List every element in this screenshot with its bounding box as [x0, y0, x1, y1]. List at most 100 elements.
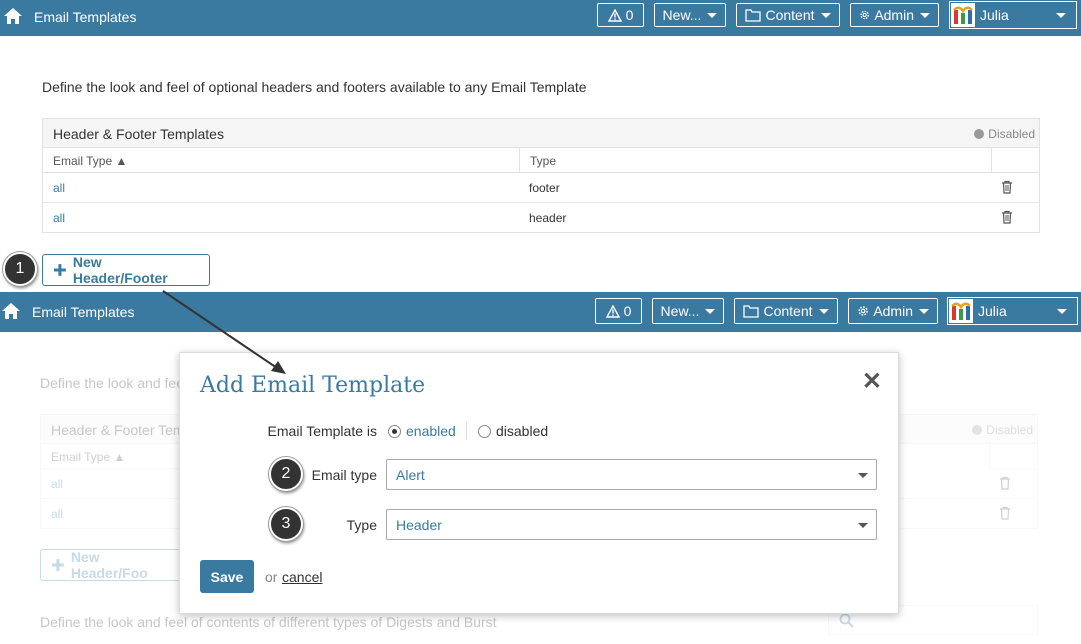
column-header-actions [989, 444, 1037, 469]
email-type-link[interactable]: all [51, 507, 63, 521]
close-icon[interactable]: ✕ [862, 367, 882, 396]
trash-icon[interactable] [999, 506, 1011, 520]
alerts-button[interactable]: 0 [595, 298, 642, 324]
column-header-email-type[interactable]: Email Type ▲ [43, 148, 519, 173]
status-text: Disabled [988, 127, 1035, 141]
step-marker-1: 1 [3, 252, 37, 286]
table-row: all header [43, 203, 1039, 233]
modal-title: Add Email Template [200, 373, 426, 398]
type-cell: footer [529, 181, 560, 195]
or-text: or [265, 569, 278, 585]
caret-down-icon [818, 308, 829, 314]
search-icon [839, 613, 854, 628]
caret-down-icon [707, 12, 718, 18]
new-header-footer-label: New Header/Footer [72, 254, 168, 286]
column-header-type: Type [519, 148, 991, 173]
caret-down-icon [919, 308, 929, 314]
enabled-radio[interactable] [388, 425, 401, 438]
caret-down-icon [1057, 309, 1067, 314]
folder-icon [743, 304, 760, 318]
warning-icon [605, 304, 620, 318]
disabled-radio[interactable] [478, 425, 491, 438]
user-name: Julia [980, 7, 1009, 23]
status-label: Email Template is [267, 423, 377, 439]
save-button[interactable]: Save [200, 560, 254, 593]
email-type-link[interactable]: all [51, 477, 63, 491]
status-dot-icon [974, 129, 985, 139]
status-text: Disabled [986, 423, 1033, 437]
type-cell: header [529, 211, 567, 225]
column-header-actions [991, 148, 1039, 173]
home-icon[interactable] [0, 300, 22, 322]
new-header-footer-button[interactable]: New Header/Footer [42, 254, 210, 286]
trash-icon[interactable] [999, 476, 1011, 490]
status-dot-icon [972, 425, 983, 435]
user-name: Julia [978, 303, 1007, 319]
top-screenshot: Email Templates 0 New... Content Admin J… [0, 0, 1081, 292]
panel-title: Header & Footer Templates [53, 126, 224, 142]
new-header-footer-button[interactable]: New Header/Foo [40, 549, 190, 581]
caret-down-icon [858, 523, 868, 528]
content-menu-label: Content [763, 303, 813, 319]
new-menu-button[interactable]: New... [654, 3, 726, 27]
header-footer-panel: Header & Footer Templates Disabled Email… [42, 118, 1040, 233]
gear-icon [858, 306, 868, 316]
intro-text: Define the look and fee [40, 375, 184, 391]
disabled-radio-label[interactable]: disabled [496, 423, 548, 439]
type-value: Header [396, 517, 442, 533]
alerts-button[interactable]: 0 [597, 3, 644, 27]
content-menu-label: Content [765, 7, 815, 23]
user-avatar-logo [949, 299, 973, 323]
user-avatar-logo [951, 3, 975, 27]
content-menu-button[interactable]: Content [734, 298, 838, 324]
plus-icon [53, 264, 66, 276]
folder-icon [745, 8, 762, 22]
intro-text: Define the look and feel of optional hea… [42, 79, 587, 95]
status-badge: Disabled [974, 127, 1035, 141]
top-navbar: Email Templates 0 New... Content Admin J… [0, 292, 1081, 332]
email-type-link[interactable]: all [53, 211, 65, 225]
type-select[interactable]: Header [386, 509, 877, 540]
user-menu-button[interactable]: Julia [947, 297, 1078, 325]
alerts-count: 0 [625, 7, 634, 23]
new-menu-button[interactable]: New... [652, 298, 724, 324]
panel-header: Header & Footer Templates Disabled [43, 119, 1039, 148]
digests-text: Define the look and feel of contents of … [40, 614, 497, 630]
plus-icon [51, 559, 64, 571]
home-icon[interactable] [2, 5, 24, 27]
warning-icon [607, 8, 622, 22]
table-row: all footer [43, 173, 1039, 203]
trash-icon[interactable] [1001, 180, 1013, 194]
caret-down-icon [705, 308, 716, 314]
step-marker-2: 2 [269, 457, 303, 491]
email-type-select[interactable]: Alert [386, 459, 877, 490]
admin-menu-button[interactable]: Admin [850, 3, 939, 27]
alerts-count: 0 [623, 303, 632, 319]
bottom-screenshot: Email Templates 0 New... Content Admin J… [0, 292, 1081, 644]
status-badge: Disabled [972, 423, 1033, 437]
admin-menu-button[interactable]: Admin [848, 298, 938, 324]
trash-icon[interactable] [1001, 210, 1013, 224]
caret-down-icon [920, 12, 930, 18]
top-navbar: Email Templates 0 New... Content Admin J… [0, 0, 1081, 36]
enabled-radio-label[interactable]: enabled [406, 423, 456, 439]
content-menu-button[interactable]: Content [736, 3, 840, 27]
cancel-link[interactable]: cancel [282, 569, 322, 585]
app-title: Email Templates [34, 9, 137, 25]
email-type-link[interactable]: all [53, 181, 65, 195]
email-type-value: Alert [396, 467, 425, 483]
caret-down-icon [1056, 13, 1066, 18]
admin-menu-label: Admin [873, 303, 913, 319]
caret-down-icon [858, 473, 868, 478]
gear-icon [860, 10, 869, 20]
new-menu-label: New... [662, 7, 702, 23]
admin-menu-label: Admin [874, 7, 914, 23]
new-header-footer-label: New Header/Foo [70, 549, 148, 581]
step-marker-3: 3 [269, 507, 303, 541]
app-title: Email Templates [32, 304, 135, 320]
new-menu-label: New... [660, 303, 700, 319]
caret-down-icon [820, 12, 831, 18]
panel-title: Header & Footer Tem [51, 422, 185, 438]
divider [466, 422, 467, 440]
user-menu-button[interactable]: Julia [949, 1, 1077, 29]
